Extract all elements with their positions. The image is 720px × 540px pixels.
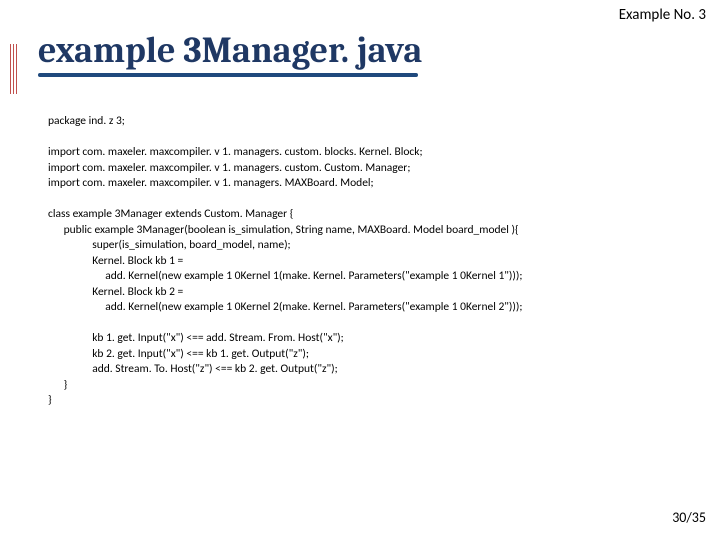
code-line: import com. maxeler. maxcompiler. v 1. m… — [48, 145, 423, 159]
code-line: super(is_simulation, board_model, name); — [48, 238, 291, 252]
code-listing: package ind. z 3; import com. maxeler. m… — [48, 114, 706, 409]
code-line: Kernel. Block kb 1 = — [48, 254, 183, 268]
title-block: example 3Manager. java — [38, 30, 422, 77]
page-number: 30/35 — [672, 509, 706, 526]
code-line: add. Stream. To. Host("z") <== kb 2. get… — [48, 362, 338, 376]
code-line: import com. maxeler. maxcompiler. v 1. m… — [48, 161, 410, 175]
code-line: class example 3Manager extends Custom. M… — [48, 207, 293, 221]
code-line: } — [48, 378, 67, 392]
page-title: example 3Manager. java — [38, 30, 422, 71]
code-line: kb 1. get. Input("x") <== add. Stream. F… — [48, 331, 344, 345]
code-line: } — [48, 393, 52, 407]
code-line: Kernel. Block kb 2 = — [48, 285, 183, 299]
code-line: add. Kernel(new example 1 0Kernel 1(make… — [48, 269, 522, 283]
title-underline — [38, 73, 418, 77]
code-line: add. Kernel(new example 1 0Kernel 2(make… — [48, 300, 522, 314]
code-line: kb 2. get. Input("x") <== kb 1. get. Out… — [48, 347, 309, 361]
code-line: import com. maxeler. maxcompiler. v 1. m… — [48, 176, 374, 190]
code-line: package ind. z 3; — [48, 114, 125, 128]
side-decoration — [10, 44, 20, 94]
code-line: public example 3Manager(boolean is_simul… — [48, 223, 519, 237]
example-label: Example No. 3 — [619, 6, 706, 24]
